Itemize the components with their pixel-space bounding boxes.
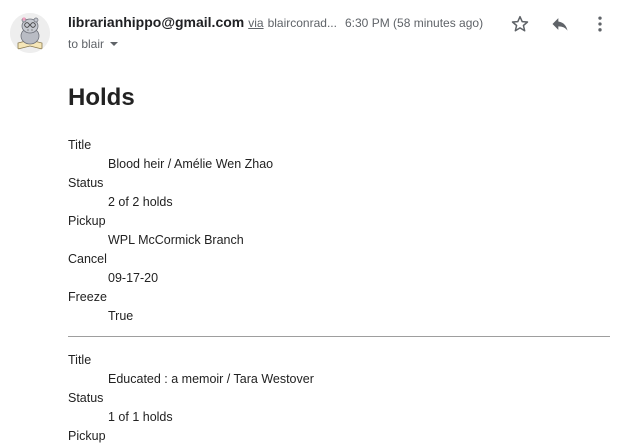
sender-email[interactable]: librarianhippo@gmail.com (68, 14, 244, 30)
reply-icon (552, 18, 568, 31)
cancel-label: Cancel (68, 252, 107, 266)
more-vert-icon (598, 16, 602, 32)
title-label: Title (68, 353, 92, 367)
freeze-label: Freeze (68, 290, 107, 304)
sent-time[interactable]: 6:30 PM (58 minutes ago) (345, 16, 483, 30)
star-button[interactable] (509, 13, 531, 35)
status-value: 2 of 2 holds (108, 195, 173, 209)
hippo-avatar-icon (10, 13, 50, 53)
pickup-label: Pickup (68, 429, 106, 443)
status-label: Status (68, 176, 104, 190)
page-title: Holds (68, 84, 135, 111)
freeze-value: True (108, 309, 134, 323)
pickup-label: Pickup (68, 214, 106, 228)
status-value: 1 of 1 holds (108, 410, 173, 424)
recipients-toggle[interactable]: to blair (68, 37, 119, 51)
more-options-button[interactable] (589, 13, 611, 35)
pickup-value: WPL McCormick Branch (108, 233, 244, 247)
reply-button[interactable] (549, 13, 571, 35)
cancel-value: 09-17-20 (108, 271, 159, 285)
hold-entry: Title Blood heir / Amélie Wen Zhao Statu… (68, 136, 610, 326)
via-link[interactable]: via (248, 16, 263, 30)
recipients-text: to blair (68, 37, 105, 51)
via-address: blairconrad... (267, 16, 337, 30)
sender-line: librarianhippo@gmail.com via blairconrad… (68, 14, 337, 34)
title-value: Blood heir / Amélie Wen Zhao (108, 157, 274, 171)
title-value: Educated : a memoir / Tara Westover (108, 372, 314, 386)
star-icon (511, 15, 529, 32)
hold-entry: Title Educated : a memoir / Tara Westove… (68, 351, 610, 443)
caret-down-icon (110, 42, 119, 46)
email-body: Holds Title Blood heir / Amélie Wen Zhao… (68, 82, 610, 443)
email-view: librarianhippo@gmail.com via blairconrad… (0, 0, 625, 443)
title-label: Title (68, 138, 92, 152)
sender-avatar[interactable] (10, 13, 50, 53)
status-label: Status (68, 391, 104, 405)
hold-divider (68, 336, 610, 337)
